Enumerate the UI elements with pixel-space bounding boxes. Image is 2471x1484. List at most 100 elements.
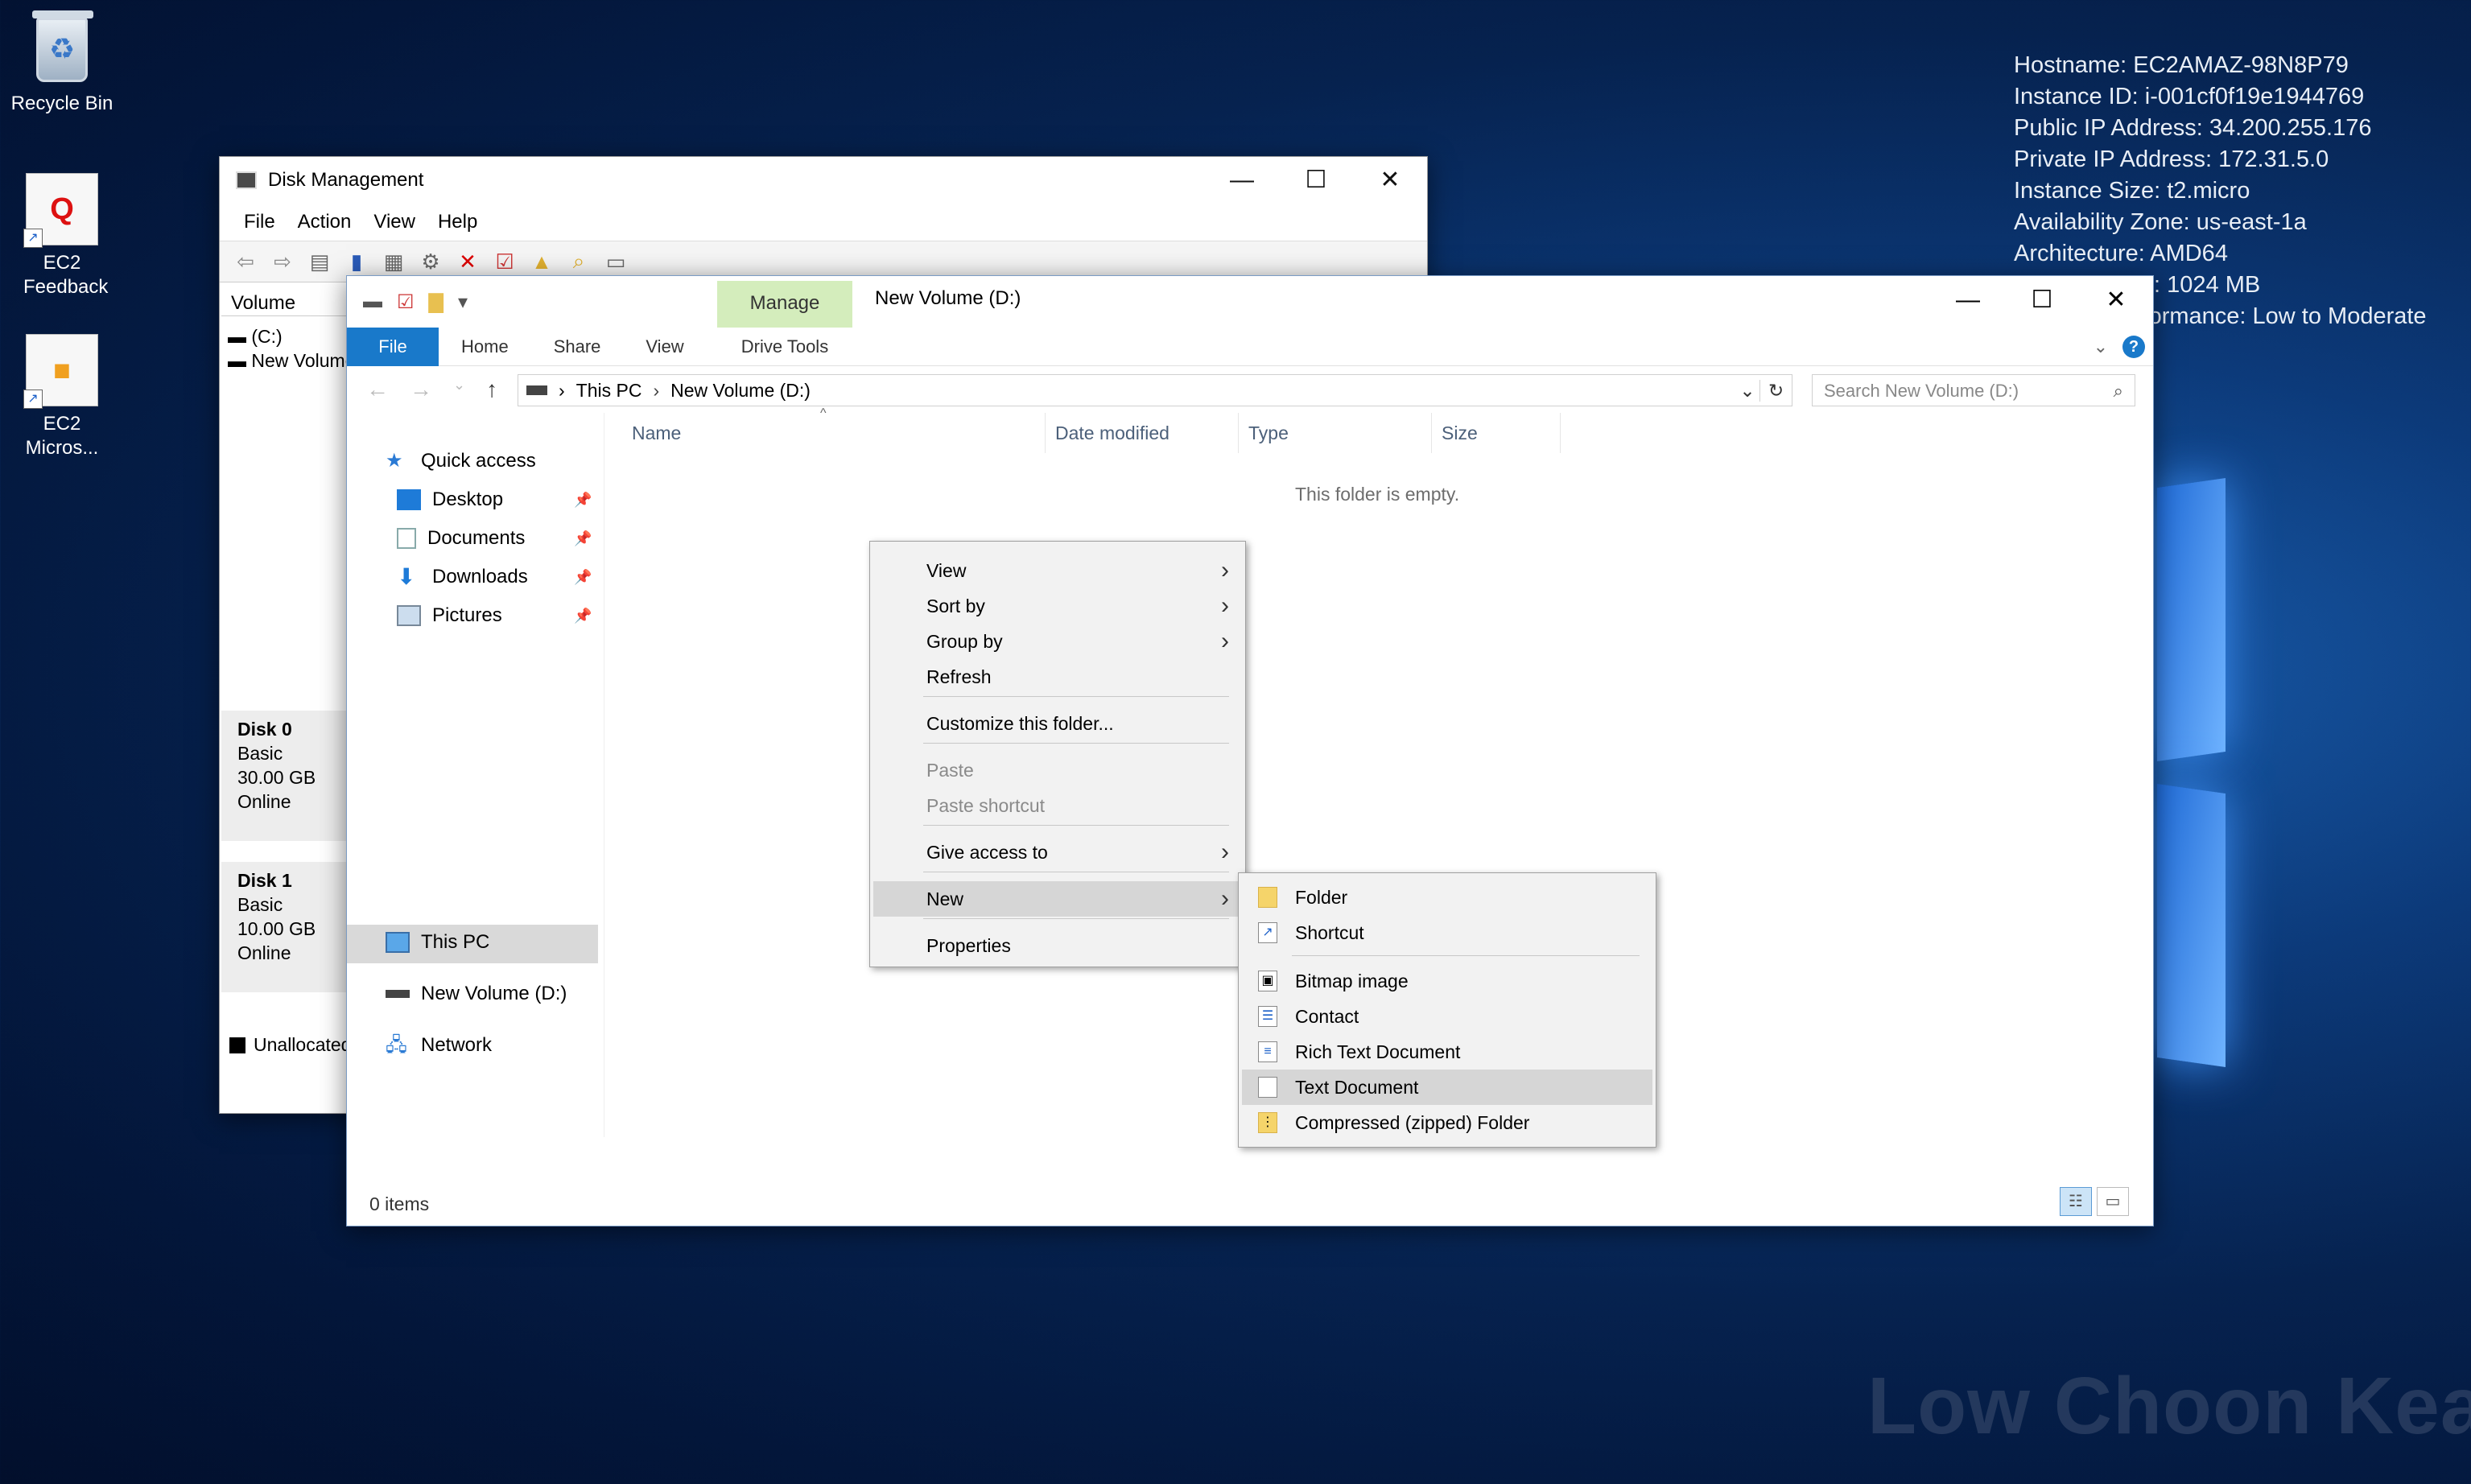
status-item-count: 0 items	[369, 1193, 430, 1214]
back-icon[interactable]: ⇦	[233, 249, 258, 274]
breadcrumb-new-volume[interactable]: New Volume (D:)	[670, 380, 811, 402]
submenu-item-shortcut[interactable]: ↗ Shortcut	[1242, 915, 1652, 950]
search-folder-icon[interactable]: ⌕	[566, 249, 592, 274]
tab-file[interactable]: File	[347, 327, 439, 366]
expand-ribbon-icon[interactable]: ⌄	[2094, 336, 2108, 357]
volume-c[interactable]: ▬ (C:)	[228, 326, 347, 348]
submenu-item-contact[interactable]: ☰ Contact	[1242, 999, 1652, 1034]
menu-item-give-access[interactable]: Give access to ›	[873, 835, 1242, 870]
maximize-button[interactable]: ☐	[2005, 276, 2079, 324]
disk-0[interactable]: Disk 0 Basic 30.00 GB Online	[221, 711, 347, 841]
console-tree-icon[interactable]: ▤	[307, 249, 332, 274]
forward-arrow-icon[interactable]: →	[410, 377, 432, 402]
pin-icon[interactable]: 📌	[574, 608, 592, 625]
close-button[interactable]: ✕	[1353, 157, 1427, 204]
close-button[interactable]: ✕	[2079, 276, 2153, 324]
connect-icon[interactable]: ⚙	[418, 249, 443, 274]
submenu-item-text-document[interactable]: Text Document	[1242, 1070, 1652, 1105]
breadcrumb-this-pc[interactable]: This PC	[576, 380, 642, 402]
menu-item-paste-shortcut[interactable]: Paste shortcut	[873, 788, 1242, 823]
back-arrow-icon[interactable]: ←	[366, 377, 389, 402]
desktop-icon-ec2-microsoft[interactable]: ■ ↗ EC2 Micros...	[2, 332, 122, 460]
menu-item-sort-by[interactable]: Sort by ›	[873, 588, 1242, 624]
contact-card-icon: ☰	[1258, 1006, 1277, 1027]
details-view-button[interactable]: ☷	[2060, 1187, 2092, 1216]
address-bar[interactable]: › This PC › New Volume (D:) ⌄ ↻	[518, 374, 1792, 406]
submenu-item-folder[interactable]: Folder	[1242, 880, 1652, 915]
help-book-icon[interactable]: ▮	[344, 249, 369, 274]
menu-item-new[interactable]: New ›	[873, 881, 1242, 917]
context-menu: View › Sort by › Group by › Refresh Customi…	[869, 541, 1246, 967]
submenu-item-bitmap[interactable]: ▣ Bitmap image	[1242, 963, 1652, 999]
menu-label: Shortcut	[1295, 922, 1364, 943]
refresh-icon[interactable]: ↻	[1759, 379, 1792, 402]
properties-icon[interactable]: ▦	[381, 249, 406, 274]
breadcrumb-separator: ›	[653, 379, 660, 401]
minimize-button[interactable]: —	[1205, 157, 1279, 204]
search-box[interactable]: Search New Volume (D:) ⌕	[1812, 374, 2135, 406]
disk-size: 10.00 GB	[237, 918, 316, 939]
menu-item-view[interactable]: View ›	[873, 553, 1242, 588]
submenu-item-rich-text[interactable]: ≡ Rich Text Document	[1242, 1034, 1652, 1070]
tab-share[interactable]: Share	[531, 336, 624, 357]
menu-label: View	[926, 560, 967, 581]
menu-file[interactable]: File	[234, 211, 288, 233]
column-type[interactable]: Type	[1239, 413, 1432, 453]
address-dropdown-icon[interactable]: ⌄	[1735, 380, 1759, 402]
recent-dropdown-icon[interactable]: ⌄	[453, 377, 465, 402]
menu-item-customize[interactable]: Customize this folder...	[873, 706, 1242, 741]
folder-up-icon[interactable]: ▲	[529, 249, 555, 274]
disk-management-titlebar[interactable]: Disk Management — ☐ ✕	[220, 157, 1427, 204]
chevron-right-icon: ›	[1221, 839, 1229, 865]
pin-icon[interactable]: 📌	[574, 492, 592, 509]
view-icon[interactable]: ▭	[603, 249, 629, 274]
help-icon[interactable]: ?	[2122, 335, 2145, 358]
pin-icon[interactable]: 📌	[574, 530, 592, 547]
nav-new-volume[interactable]: New Volume (D:)	[386, 983, 567, 1005]
properties-icon[interactable]: ☑	[397, 291, 415, 314]
menu-item-refresh[interactable]: Refresh	[873, 659, 1242, 695]
nav-downloads[interactable]: ⬇ Downloads	[397, 566, 528, 588]
tab-home[interactable]: Home	[439, 336, 531, 357]
column-size[interactable]: Size	[1432, 413, 1561, 453]
desktop-icon-recycle-bin[interactable]: ♻ Recycle Bin	[2, 10, 122, 116]
column-label: Type	[1248, 422, 1289, 443]
desktop-icon-ec2-feedback[interactable]: Q ↗ EC2 Feedback	[2, 171, 122, 299]
column-volume[interactable]: Volume	[221, 287, 347, 316]
pin-icon[interactable]: 📌	[574, 569, 592, 586]
disk-1[interactable]: Disk 1 Basic 10.00 GB Online	[221, 862, 347, 992]
up-arrow-icon[interactable]: ↑	[486, 377, 497, 402]
nav-this-pc[interactable]: This PC	[386, 931, 489, 954]
nav-pictures[interactable]: Pictures	[397, 604, 502, 627]
menu-bar: File Action View Help	[220, 204, 1427, 241]
submenu-item-zip-folder[interactable]: ⋮ Compressed (zipped) Folder	[1242, 1105, 1652, 1140]
tab-view[interactable]: View	[623, 336, 706, 357]
menu-label: New	[926, 888, 964, 909]
check-icon[interactable]: ☑	[492, 249, 518, 274]
menu-action[interactable]: Action	[288, 211, 365, 233]
menu-item-group-by[interactable]: Group by ›	[873, 624, 1242, 659]
menu-view[interactable]: View	[364, 211, 428, 233]
delete-icon[interactable]: ✕	[455, 249, 481, 274]
new-folder-icon[interactable]: ▇	[429, 291, 443, 314]
maximize-button[interactable]: ☐	[1279, 157, 1353, 204]
search-placeholder: Search New Volume (D:)	[1824, 381, 2019, 401]
nav-desktop[interactable]: Desktop	[397, 488, 503, 511]
menu-item-properties[interactable]: Properties	[873, 928, 1242, 963]
nav-quick-access[interactable]: ★ Quick access	[386, 450, 536, 472]
forward-icon[interactable]: ⇨	[270, 249, 295, 274]
volume-d[interactable]: ▬ New Volume (D:)	[228, 350, 347, 372]
disk-type: Basic	[237, 894, 283, 915]
menu-item-paste[interactable]: Paste	[873, 752, 1242, 788]
customize-toolbar-icon[interactable]: ▾	[458, 291, 468, 314]
column-date-modified[interactable]: Date modified	[1046, 413, 1239, 453]
nav-documents[interactable]: Documents	[397, 527, 525, 550]
chevron-right-icon: ›	[1221, 557, 1229, 583]
nav-network[interactable]: 🖧 Network	[386, 1034, 492, 1057]
column-name[interactable]: Name ^	[622, 406, 1046, 453]
large-icons-view-button[interactable]: ▭	[2097, 1187, 2129, 1216]
minimize-button[interactable]: —	[1931, 276, 2005, 324]
menu-label: Properties	[926, 935, 1011, 956]
menu-help[interactable]: Help	[428, 211, 490, 233]
volume-label: (C:)	[251, 326, 283, 347]
